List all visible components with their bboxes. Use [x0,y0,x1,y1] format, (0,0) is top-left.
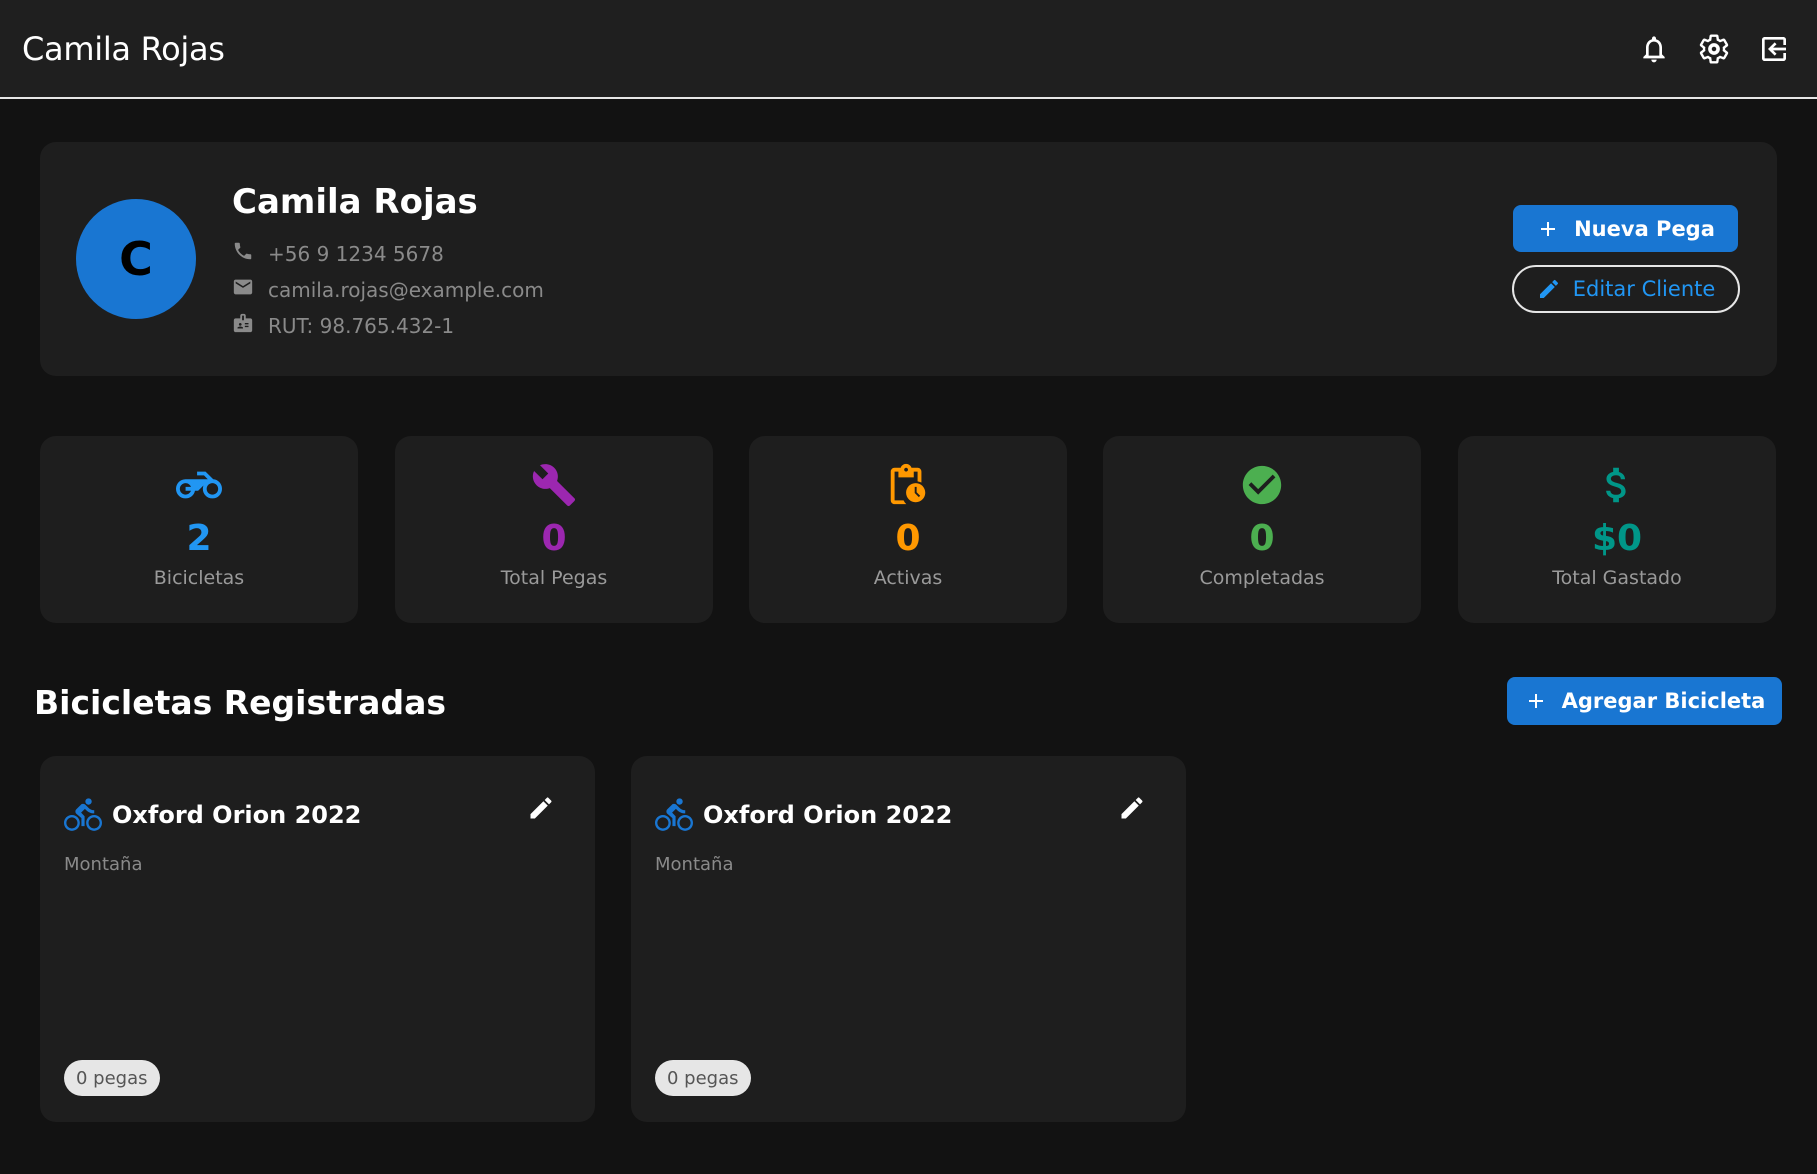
phone-text: +56 9 1234 5678 [268,241,444,266]
logout-icon[interactable] [1757,32,1791,66]
pencil-icon [530,797,552,819]
phone-icon [232,240,254,267]
phone-row: +56 9 1234 5678 [232,240,444,267]
bike-name: Oxford Orion 2022 [703,801,953,829]
new-job-label: Nueva Pega [1574,216,1715,241]
email-text: camila.rojas@example.com [268,277,544,302]
pencil-icon [1539,279,1558,298]
stat-value: 0 [541,518,567,559]
email-row: camila.rojas@example.com [232,276,544,303]
stat-label: Bicicletas [153,567,245,589]
add-bicycle-label: Agregar Bicicleta [1561,689,1766,713]
rut-row: RUT: 98.765.432-1 [232,312,454,339]
plus-icon [1541,221,1556,236]
gear-icon[interactable] [1697,32,1731,66]
bike-card[interactable]: Oxford Orion 2022 Montaña 0 pegas [40,756,595,1122]
motorbike-icon [176,462,222,508]
client-profile-card: C Camila Rojas +56 9 1234 5678 camila.ro… [40,142,1777,376]
edit-client-button[interactable]: Editar Cliente [1512,265,1740,313]
stat-value: 0 [895,518,921,559]
bicycle-icon [655,798,693,831]
bike-card-header: Oxford Orion 2022 [655,796,952,834]
bike-name: Oxford Orion 2022 [112,801,362,829]
stat-label: Total Gastado [1552,567,1682,589]
email-icon [232,276,254,303]
id-badge-icon [232,312,254,339]
stat-value: $0 [1591,518,1643,559]
stat-card-completed: 0 Completadas [1103,436,1421,623]
stat-card-active: 0 Activas [749,436,1067,623]
stat-value: 2 [186,518,212,559]
stat-card-bicycles: 2 Bicicletas [40,436,358,623]
jobs-count-chip: 0 pegas [64,1060,160,1096]
avatar: C [76,199,196,319]
stat-label: Activas [873,567,943,589]
edit-bike-button[interactable] [1118,794,1148,824]
edit-client-label: Editar Cliente [1572,277,1716,301]
stat-card-total-jobs: 0 Total Pegas [395,436,713,623]
stat-label: Completadas [1199,567,1325,589]
new-job-button[interactable]: Nueva Pega [1513,205,1738,252]
clipboard-clock-icon [885,462,931,508]
app-bar-actions [1637,32,1791,66]
client-name: Camila Rojas [232,182,478,222]
bell-icon[interactable] [1637,32,1671,66]
bike-card-header: Oxford Orion 2022 [64,796,361,834]
edit-bike-button[interactable] [527,794,557,824]
bike-card[interactable]: Oxford Orion 2022 Montaña 0 pegas [631,756,1186,1122]
rut-text: RUT: 98.765.432-1 [268,313,455,338]
add-bicycle-button[interactable]: Agregar Bicicleta [1507,677,1782,725]
bikes-section-title: Bicicletas Registradas [34,683,446,722]
stat-card-total-spent: $0 Total Gastado [1458,436,1776,623]
bike-type: Montaña [64,854,143,875]
plus-icon [1528,694,1543,708]
bicycle-icon [64,798,102,831]
stat-label: Total Pegas [500,567,608,589]
stat-value: 0 [1249,518,1275,559]
app-bar: Camila Rojas [0,0,1817,99]
check-circle-icon [1239,462,1285,508]
app-bar-title: Camila Rojas [22,29,225,68]
pencil-icon [1121,797,1143,819]
bike-type: Montaña [655,854,734,875]
jobs-count-chip: 0 pegas [655,1060,751,1096]
dollar-icon [1594,462,1640,508]
wrench-icon [531,462,577,508]
